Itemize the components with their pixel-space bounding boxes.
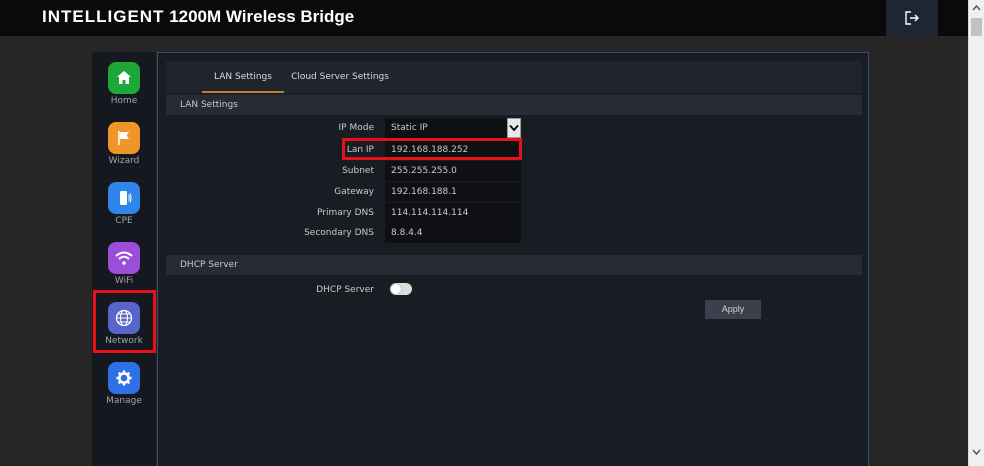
home-icon (108, 62, 140, 94)
sidebar-item-label: CPE (115, 216, 133, 226)
secondary-dns-row: Secondary DNS 8.8.4.4 (166, 223, 862, 243)
sidebar-item-label: Home (110, 96, 138, 106)
scroll-thumb[interactable] (971, 18, 982, 36)
tab-lan-settings[interactable]: LAN Settings (202, 61, 284, 93)
subnet-row: Subnet 255.255.255.0 (166, 161, 862, 181)
ip-mode-select[interactable]: Static IP (385, 118, 521, 138)
gear-icon (108, 362, 140, 394)
sidebar-item-label: WiFi (114, 276, 134, 286)
secondary-dns-input[interactable]: 8.8.4.4 (385, 223, 521, 243)
logout-button[interactable] (886, 0, 938, 36)
main-panel: LAN Settings Cloud Server Settings LAN S… (157, 52, 869, 466)
page-scrollbar[interactable] (968, 0, 984, 466)
wifi-icon (108, 242, 140, 274)
network-highlight-box (93, 290, 156, 353)
gateway-row: Gateway 192.168.188.1 (166, 182, 862, 202)
flag-icon (108, 122, 140, 154)
lan-settings-section-header: LAN Settings (166, 95, 862, 115)
ip-mode-label: IP Mode (338, 123, 374, 133)
scroll-down-arrow-icon[interactable] (969, 444, 984, 460)
dhcp-server-toggle[interactable] (390, 283, 412, 295)
brand-title: INTELLIGENT 1200M Wireless Bridge (42, 7, 354, 27)
toggle-knob (391, 284, 401, 294)
logout-icon (905, 11, 919, 25)
cpe-device-icon (108, 182, 140, 214)
gateway-label: Gateway (334, 187, 374, 197)
brand-primary: INTELLIGENT (42, 7, 165, 26)
brand-secondary: 1200M Wireless Bridge (169, 7, 355, 26)
primary-dns-input[interactable]: 114.114.114.114 (385, 203, 521, 223)
gateway-input[interactable]: 192.168.188.1 (385, 182, 521, 202)
subnet-input[interactable]: 255.255.255.0 (385, 161, 521, 181)
sidebar: Home Wizard CPE WiFi Network Manage (92, 52, 156, 466)
scroll-up-arrow-icon[interactable] (969, 0, 984, 16)
subnet-label: Subnet (342, 166, 374, 176)
sidebar-item-manage[interactable]: Manage (92, 362, 156, 422)
top-bar: INTELLIGENT 1200M Wireless Bridge (0, 0, 968, 36)
dhcp-server-label: DHCP Server (316, 285, 374, 295)
tab-bar: LAN Settings Cloud Server Settings (166, 61, 862, 93)
dhcp-server-row: DHCP Server (166, 280, 862, 300)
sidebar-item-home[interactable]: Home (92, 62, 156, 122)
sidebar-item-label: Wizard (108, 156, 140, 166)
secondary-dns-label: Secondary DNS (304, 228, 374, 238)
dhcp-server-section-header: DHCP Server (166, 255, 862, 275)
sidebar-item-cpe[interactable]: CPE (92, 182, 156, 242)
primary-dns-label: Primary DNS (316, 208, 374, 218)
ip-mode-row: IP Mode Static IP (166, 118, 862, 138)
sidebar-item-wizard[interactable]: Wizard (92, 122, 156, 182)
lan-ip-highlight-box (342, 138, 522, 160)
primary-dns-row: Primary DNS 114.114.114.114 (166, 203, 862, 223)
apply-button[interactable]: Apply (705, 300, 761, 319)
sidebar-item-label: Manage (106, 396, 142, 406)
chevron-down-icon (507, 118, 521, 138)
tab-cloud-server-settings[interactable]: Cloud Server Settings (290, 61, 390, 93)
ip-mode-value: Static IP (391, 123, 428, 133)
